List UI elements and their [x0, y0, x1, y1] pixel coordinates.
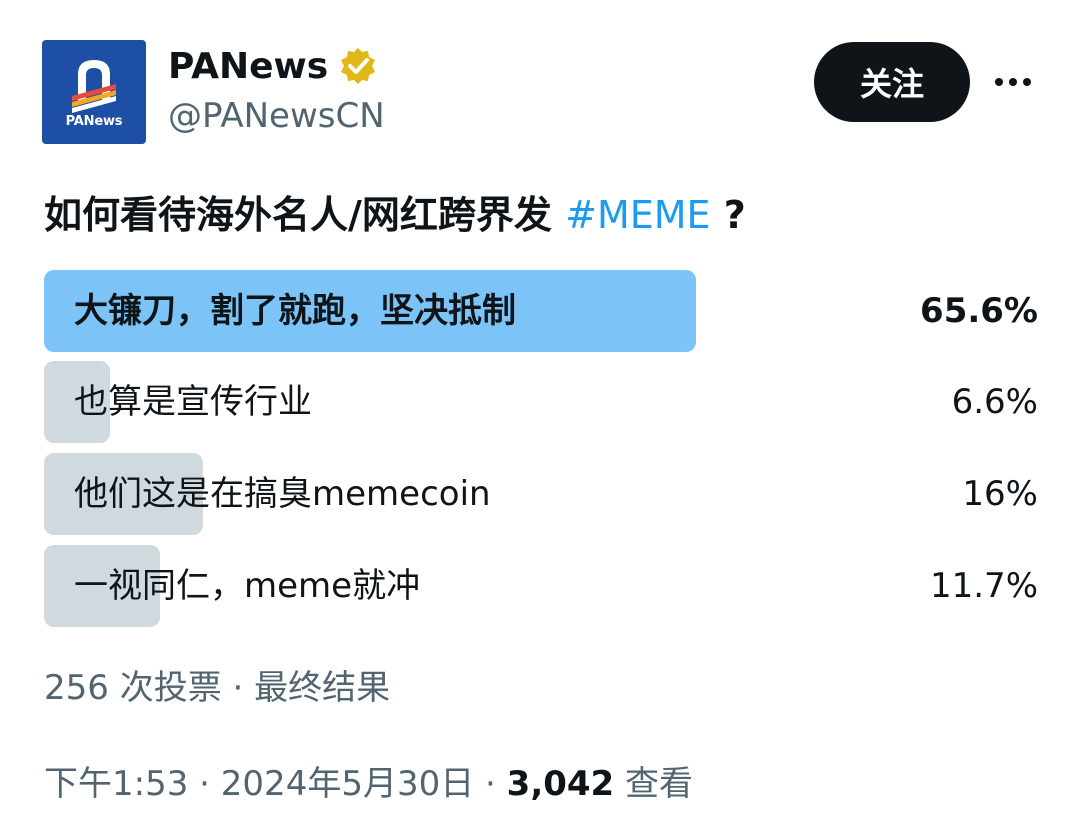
poll-option-label: 大镰刀，割了就跑，坚决抵制 [74, 291, 516, 331]
question-text: 如何看待海外名人/网红跨界发 [44, 193, 566, 237]
separator-dot: · [188, 764, 221, 804]
poll-summary: 256 次投票 · 最终结果 [44, 660, 390, 709]
tweet-card: PANews PANews @PANewsCN 关注 如何看待海外名人/网红跨界… [0, 0, 1080, 819]
follow-button[interactable]: 关注 [814, 42, 970, 122]
poll-option-label: 他们这是在搞臭memecoin [74, 474, 491, 514]
account-name-row: PANews [168, 44, 378, 88]
poll-status: 最终结果 [254, 668, 391, 708]
poll-option-percent: 11.7% [929, 566, 1038, 606]
avatar[interactable]: PANews [42, 40, 146, 144]
poll-option-label: 也算是宣传行业 [74, 382, 312, 422]
poll-option: 大镰刀，割了就跑，坚决抵制 65.6% [44, 270, 1038, 352]
more-dot-icon [1023, 78, 1031, 86]
poll-option: 一视同仁，meme就冲 11.7% [44, 545, 1038, 627]
poll-option: 也算是宣传行业 6.6% [44, 361, 1038, 443]
poll-option: 他们这是在搞臭memecoin 16% [44, 453, 1038, 535]
question-suffix: ? [710, 193, 746, 237]
poll-option-percent: 6.6% [951, 382, 1038, 422]
poll-option-percent: 16% [962, 474, 1038, 514]
views-label: 查看 [625, 764, 694, 804]
poll-option-label: 一视同仁，meme就冲 [74, 566, 421, 606]
more-dot-icon [995, 78, 1003, 86]
post-question: 如何看待海外名人/网红跨界发 #MEME ? [44, 184, 746, 239]
hashtag-link[interactable]: #MEME [565, 193, 710, 237]
more-options-button[interactable] [990, 62, 1036, 102]
more-dot-icon [1009, 78, 1017, 86]
post-meta: 下午1:53 · 2024年5月30日 · 3,042 查看 [44, 756, 693, 805]
post-date[interactable]: 2024年5月30日 [221, 764, 474, 804]
avatar-logo-text: PANews [65, 114, 123, 129]
separator-dot: · [221, 668, 255, 708]
account-handle[interactable]: @PANewsCN [168, 96, 385, 136]
display-name[interactable]: PANews [168, 46, 328, 87]
poll-option-percent: 65.6% [920, 291, 1038, 331]
poll-vote-count: 256 次投票 [44, 668, 222, 708]
post-time[interactable]: 下午1:53 [44, 764, 188, 804]
separator-dot: · [474, 764, 507, 804]
view-count: 3,042 [506, 764, 615, 804]
verified-badge-icon[interactable] [338, 46, 378, 86]
